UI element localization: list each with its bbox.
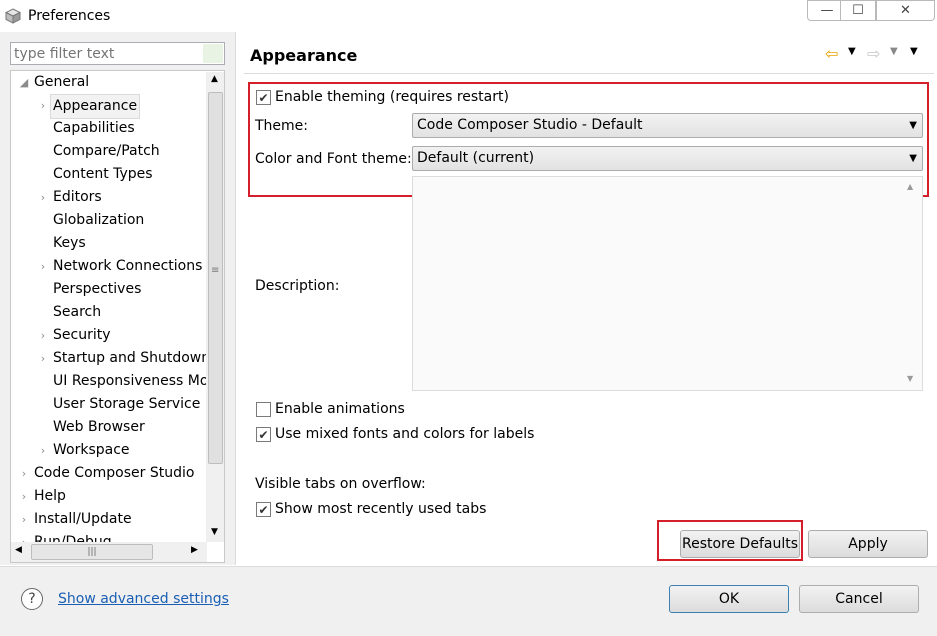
tree-item-label: Security <box>53 327 111 343</box>
preference-tree: ◢ General › Appearance Capabilities Compare/P… <box>10 70 225 563</box>
chevron-down-icon: ▼ <box>909 120 917 131</box>
restore-defaults-button[interactable]: Restore Defaults <box>680 530 800 558</box>
tree-item-label: Workspace <box>53 442 130 458</box>
tree-item-label: Keys <box>53 235 86 251</box>
enable-animations-checkbox[interactable] <box>256 402 271 417</box>
theme-select[interactable]: Code Composer Studio - Default ▼ <box>412 113 923 138</box>
scroll-up-icon[interactable]: ▲ <box>907 182 913 191</box>
description-scrollbar[interactable]: ▲ ▼ <box>903 178 921 389</box>
tree-item-label: Install/Update <box>34 511 132 527</box>
expand-chevron-icon[interactable]: › <box>37 439 49 462</box>
color-font-theme-select[interactable]: Default (current) ▼ <box>412 146 923 171</box>
app-cube-icon <box>5 8 21 24</box>
expand-chevron-icon[interactable]: › <box>37 255 49 278</box>
chevron-down-icon: ▼ <box>909 153 917 164</box>
help-icon[interactable]: ? <box>21 588 43 610</box>
tree-item-label: Compare/Patch <box>53 143 160 159</box>
tree-item-label: Capabilities <box>53 120 135 136</box>
tree-item-label: User Storage Service <box>53 396 201 412</box>
checkmark-icon: ✔ <box>258 90 269 105</box>
page-title: Appearance <box>250 46 358 65</box>
tree-vertical-thumb[interactable]: ≡ <box>208 92 223 464</box>
show-advanced-settings-link[interactable]: Show advanced settings <box>58 591 229 607</box>
tree-item-label: Perspectives <box>53 281 142 297</box>
tree-item-label: Search <box>53 304 102 320</box>
show-recent-tabs-checkbox[interactable]: ✔ <box>256 502 271 517</box>
vertical-thumb-grip: ≡ <box>211 265 220 276</box>
tree-item-label: Web Browser <box>53 419 145 435</box>
scroll-up-icon[interactable]: ▲ <box>211 74 218 84</box>
tree-item-label: Editors <box>53 189 102 205</box>
tree-item-label: Globalization <box>53 212 145 228</box>
expand-chevron-icon[interactable]: › <box>37 186 49 209</box>
back-arrow-icon[interactable]: ⇦ <box>825 44 838 63</box>
theme-label: Theme: <box>255 118 309 134</box>
checkmark-icon: ✔ <box>258 502 269 517</box>
apply-button[interactable]: Apply <box>808 530 928 558</box>
description-label: Description: <box>255 278 340 294</box>
enable-theming-label: Enable theming (requires restart) <box>275 89 509 105</box>
scroll-right-icon[interactable]: ▶ <box>191 545 198 555</box>
scroll-down-icon[interactable]: ▼ <box>907 374 913 383</box>
tree-item-label: UI Responsiveness Mon <box>53 373 218 389</box>
scroll-down-icon[interactable]: ▼ <box>211 527 218 537</box>
tree-item-label: Network Connections <box>53 258 203 274</box>
mixed-fonts-checkbox[interactable]: ✔ <box>256 427 271 442</box>
close-icon: ✕ <box>900 3 911 18</box>
expand-chevron-icon[interactable]: › <box>18 485 30 508</box>
maximize-icon: ☐ <box>852 3 864 18</box>
color-font-theme-label: Color and Font theme: <box>255 151 412 167</box>
enable-theming-checkbox[interactable]: ✔ <box>256 90 271 105</box>
tree-item-label: General <box>34 74 90 90</box>
collapse-triangle-icon[interactable]: ◢ <box>18 71 30 94</box>
checkmark-icon: ✔ <box>258 427 269 442</box>
expand-chevron-icon[interactable]: › <box>37 324 49 347</box>
window-title: Preferences <box>28 8 111 24</box>
title-bar <box>0 0 937 32</box>
expand-chevron-icon[interactable]: › <box>37 94 49 117</box>
tree-horizontal-thumb[interactable]: ||| <box>31 544 153 560</box>
page-menu-icon[interactable]: ▼ <box>910 46 918 57</box>
close-button[interactable]: ✕ <box>876 0 935 21</box>
back-history-dropdown-icon[interactable]: ▼ <box>848 46 856 57</box>
expand-chevron-icon[interactable]: › <box>18 508 30 531</box>
title-separator <box>244 73 934 74</box>
color-font-theme-select-value: Default (current) <box>417 150 535 166</box>
tree-item-label: Appearance <box>50 94 141 119</box>
scroll-left-icon[interactable]: ◀ <box>15 545 22 555</box>
expand-chevron-icon[interactable]: › <box>37 347 49 370</box>
tree-item-label: Startup and Shutdown <box>53 350 211 366</box>
tree-item-label: Content Types <box>53 166 153 182</box>
tree-item-label: Help <box>34 488 66 504</box>
visible-tabs-label: Visible tabs on overflow: <box>255 476 426 492</box>
maximize-button[interactable]: ☐ <box>840 0 876 21</box>
expand-chevron-icon[interactable]: › <box>18 462 30 485</box>
mixed-fonts-label: Use mixed fonts and colors for labels <box>275 426 535 442</box>
minimize-icon: — <box>820 3 834 18</box>
filter-input[interactable] <box>11 43 201 64</box>
tree-item-label: Code Composer Studio <box>34 465 195 481</box>
ok-button[interactable]: OK <box>669 585 789 613</box>
theme-select-value: Code Composer Studio - Default <box>417 117 643 133</box>
filter-clear-button[interactable] <box>203 44 223 63</box>
filter-box <box>10 42 225 65</box>
description-text-area[interactable] <box>412 176 923 391</box>
show-recent-tabs-label: Show most recently used tabs <box>275 501 487 517</box>
enable-animations-label: Enable animations <box>275 401 405 417</box>
forward-history-dropdown-icon[interactable]: ▼ <box>890 46 898 57</box>
forward-arrow-icon[interactable]: ⇨ <box>867 44 880 63</box>
cancel-button[interactable]: Cancel <box>799 585 919 613</box>
